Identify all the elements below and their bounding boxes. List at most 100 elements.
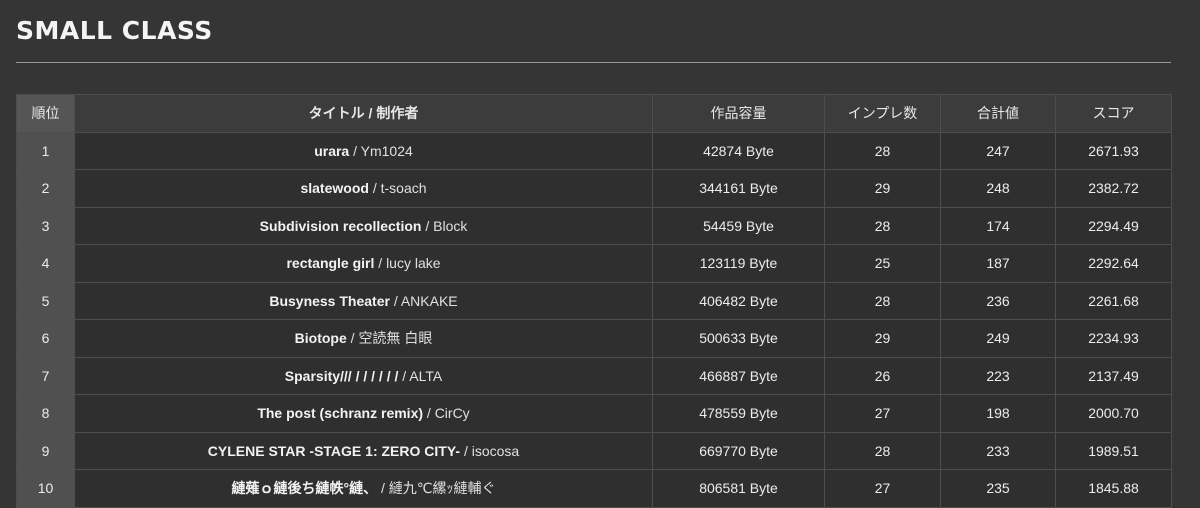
rank-cell: 7: [16, 356, 75, 395]
size-cell: 466887 Byte: [652, 356, 825, 395]
section-title: SMALL CLASS: [16, 16, 213, 45]
size-cell: 806581 Byte: [652, 469, 825, 508]
creator-name: Block: [433, 217, 468, 234]
title-separator: /: [398, 367, 410, 384]
creator-name: ANKAKE: [400, 292, 458, 309]
score-cell: 2671.93: [1055, 131, 1172, 170]
title-separator: /: [346, 330, 359, 347]
rank-cell: 6: [16, 319, 75, 358]
score-cell: 2137.49: [1055, 356, 1172, 395]
header-size: 作品容量: [652, 94, 825, 133]
table-row: 4 rectangle girl / lucy lake 123119 Byte 25…: [16, 244, 1172, 283]
total-cell: 187: [940, 244, 1056, 283]
table-row: 8 The post (schranz remix) / CirCy 478559 …: [16, 394, 1172, 433]
total-cell: 248: [940, 169, 1056, 208]
rank-cell: 5: [16, 281, 75, 320]
rank-cell: 9: [16, 431, 75, 470]
table-row: 2 slatewood / t-soach 344161 Byte 29 248 2382…: [16, 169, 1172, 208]
total-cell: 174: [940, 206, 1056, 245]
votes-cell: 28: [824, 131, 941, 170]
work-title: rectangle girl: [286, 255, 375, 272]
creator-name: t-soach: [380, 180, 427, 197]
total-cell: 233: [940, 431, 1056, 470]
size-cell: 478559 Byte: [652, 394, 825, 433]
work-title: urara: [314, 142, 350, 159]
title-separator: /: [368, 180, 381, 197]
title-separator: /: [349, 142, 361, 159]
size-cell: 406482 Byte: [652, 281, 825, 320]
score-cell: 2294.49: [1055, 206, 1172, 245]
size-cell: 344161 Byte: [652, 169, 825, 208]
table-row: 1 urara / Ym1024 42874 Byte 28 247 2671.93: [16, 131, 1172, 170]
title-separator: /: [421, 217, 434, 234]
votes-cell: 28: [824, 206, 941, 245]
header-rank: 順位: [16, 94, 75, 133]
header-title: タイトル / 制作者: [74, 94, 653, 133]
total-cell: 223: [940, 356, 1056, 395]
score-cell: 2261.68: [1055, 281, 1172, 320]
creator-name: ALTA: [409, 367, 443, 384]
title-cell: slatewood / t-soach: [74, 169, 653, 208]
title-cell: Biotope / 空読無 白眼: [74, 319, 653, 358]
creator-name: isocosa: [471, 442, 520, 459]
title-cell: Sparsity/// / / / / / / / ALTA: [74, 356, 653, 395]
work-title: Sparsity/// / / / / / /: [284, 367, 399, 384]
title-separator: /: [460, 442, 472, 459]
score-cell: 2000.70: [1055, 394, 1172, 433]
title-cell: The post (schranz remix) / CirCy: [74, 394, 653, 433]
title-separator: /: [389, 292, 401, 309]
size-cell: 669770 Byte: [652, 431, 825, 470]
table-row: 7 Sparsity/// / / / / / / / ALTA 466887 By…: [16, 356, 1172, 395]
title-separator: /: [377, 480, 389, 497]
title-cell: Subdivision recollection / Block: [74, 206, 653, 245]
size-cell: 500633 Byte: [652, 319, 825, 358]
size-cell: 123119 Byte: [652, 244, 825, 283]
table-row: 6 Biotope / 空読無 白眼 500633 Byte 29 249 2234.93: [16, 319, 1172, 358]
work-title: CYLENE STAR -STAGE 1: ZERO CITY-: [207, 442, 461, 459]
title-separator: /: [423, 405, 435, 422]
total-cell: 249: [940, 319, 1056, 358]
table-row: 3 Subdivision recollection / Block 54459 B…: [16, 206, 1172, 245]
creator-name: Ym1024: [360, 142, 413, 159]
header-votes: インプレ数: [824, 94, 941, 133]
table-row: 10 縺薙ｏ縺後ち縺帙°縺、 / 縺九℃縲ｯ縺輔ぐ 806581 Byte 27 235…: [16, 469, 1172, 508]
table-row: 9 CYLENE STAR -STAGE 1: ZERO CITY- / isoc…: [16, 431, 1172, 470]
score-cell: 2234.93: [1055, 319, 1172, 358]
title-cell: 縺薙ｏ縺後ち縺帙°縺、 / 縺九℃縲ｯ縺輔ぐ: [74, 469, 653, 508]
total-cell: 247: [940, 131, 1056, 170]
work-title: 縺薙ｏ縺後ち縺帙°縺、: [231, 480, 378, 497]
title-cell: urara / Ym1024: [74, 131, 653, 170]
votes-cell: 29: [824, 169, 941, 208]
table-header-row: 順位 タイトル / 制作者 作品容量 インプレ数 合計値 スコア: [16, 94, 1172, 133]
total-cell: 235: [940, 469, 1056, 508]
table-row: 5 Busyness Theater / ANKAKE 406482 Byte 28 2…: [16, 281, 1172, 320]
score-cell: 1989.51: [1055, 431, 1172, 470]
work-title: Busyness Theater: [269, 292, 390, 309]
total-cell: 236: [940, 281, 1056, 320]
rank-cell: 2: [16, 169, 75, 208]
votes-cell: 26: [824, 356, 941, 395]
title-separator: /: [374, 255, 387, 272]
score-cell: 2292.64: [1055, 244, 1172, 283]
creator-name: lucy lake: [386, 255, 441, 272]
ranking-table: 順位 タイトル / 制作者 作品容量 インプレ数 合計値 スコア 1 urara …: [16, 94, 1172, 508]
creator-name: 縺九℃縲ｯ縺輔ぐ: [388, 480, 496, 497]
header-score: スコア: [1055, 94, 1172, 133]
votes-cell: 28: [824, 431, 941, 470]
title-cell: CYLENE STAR -STAGE 1: ZERO CITY- / isoco…: [74, 431, 653, 470]
votes-cell: 27: [824, 394, 941, 433]
section-divider: [16, 62, 1171, 63]
work-title: slatewood: [300, 180, 369, 197]
score-cell: 1845.88: [1055, 469, 1172, 508]
size-cell: 54459 Byte: [652, 206, 825, 245]
rank-cell: 8: [16, 394, 75, 433]
rank-cell: 3: [16, 206, 75, 245]
votes-cell: 29: [824, 319, 941, 358]
total-cell: 198: [940, 394, 1056, 433]
rank-cell: 4: [16, 244, 75, 283]
rank-cell: 1: [16, 131, 75, 170]
title-cell: Busyness Theater / ANKAKE: [74, 281, 653, 320]
rank-cell: 10: [16, 469, 75, 508]
votes-cell: 28: [824, 281, 941, 320]
title-cell: rectangle girl / lucy lake: [74, 244, 653, 283]
